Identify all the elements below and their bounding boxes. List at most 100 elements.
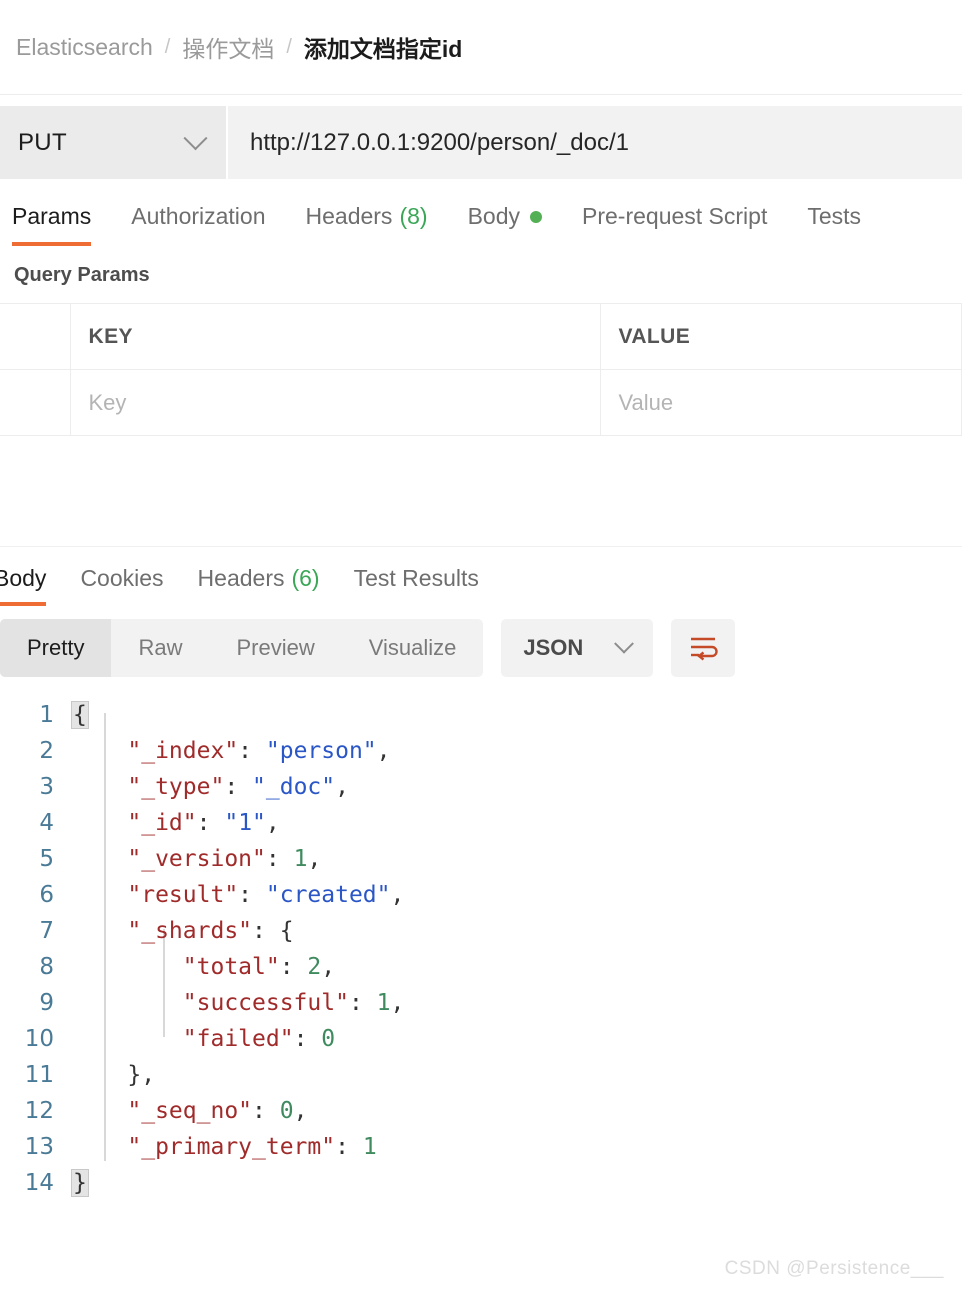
word-wrap-icon: [691, 637, 719, 661]
line-content: "_primary_term": 1: [127, 1134, 377, 1160]
tab-params[interactable]: Params: [12, 203, 92, 246]
query-params-title: Query Params: [14, 264, 150, 286]
response-tab-cookies[interactable]: Cookies: [80, 565, 163, 606]
breadcrumb-separator: /: [286, 35, 292, 58]
request-url-value: http://127.0.0.1:9200/person/_doc/1: [250, 128, 629, 156]
tab-params-label: Params: [12, 203, 92, 229]
format-button-preview-label: Preview: [236, 635, 315, 660]
param-key-placeholder: Key: [88, 389, 127, 415]
response-tab-headers[interactable]: Headers (6): [198, 565, 320, 606]
breadcrumb-item-elasticsearch[interactable]: Elasticsearch: [16, 34, 153, 61]
word-wrap-button[interactable]: [671, 619, 736, 677]
format-button-visualize[interactable]: Visualize: [342, 619, 484, 677]
request-tabs: Params Authorization Headers (8) Body Pr…: [0, 179, 962, 246]
tab-pre-request-script-label: Pre-request Script: [582, 203, 768, 229]
watermark: CSDN @Persistence___: [724, 1258, 944, 1279]
chevron-down-icon: [183, 126, 208, 151]
code-line: 5 "_version": 1,: [0, 841, 962, 877]
tab-tests-label: Tests: [807, 203, 862, 229]
code-line: 10 "failed": 0: [0, 1021, 962, 1057]
format-button-raw[interactable]: Raw: [111, 619, 209, 677]
tab-headers[interactable]: Headers (8): [306, 203, 428, 246]
tab-authorization[interactable]: Authorization: [131, 203, 265, 246]
line-number: 3: [39, 774, 54, 800]
line-content: {: [71, 697, 89, 733]
line-number: 1: [39, 702, 54, 728]
response-tab-body[interactable]: Body: [0, 565, 47, 606]
tab-headers-label: Headers: [305, 203, 393, 229]
breadcrumb-item-current: 添加文档指定id: [303, 36, 463, 62]
response-language-label: JSON: [523, 635, 584, 660]
query-params-table: KEY VALUE Key Value: [0, 303, 962, 436]
format-button-pretty-label: Pretty: [27, 635, 85, 660]
line-number: 11: [24, 1062, 54, 1088]
code-line: 3 "_type": "_doc",: [0, 769, 962, 805]
line-content: "_type": "_doc",: [127, 774, 349, 800]
response-tabs: Body Cookies Headers (6) Test Results: [0, 546, 962, 606]
response-language-select[interactable]: JSON: [501, 619, 654, 677]
http-method-select[interactable]: PUT: [0, 106, 228, 179]
code-line: 9 "successful": 1,: [0, 985, 962, 1021]
breadcrumb-item-folder[interactable]: 操作文档: [182, 30, 274, 64]
request-url-bar: PUT http://127.0.0.1:9200/person/_doc/1: [0, 106, 962, 179]
line-content: }: [71, 1165, 89, 1201]
line-content: "total": 2,: [182, 954, 336, 980]
body-filled-dot-icon: [530, 210, 542, 223]
breadcrumb: Elasticsearch / 操作文档 / 添加文档指定id: [0, 0, 962, 95]
tab-body[interactable]: Body: [468, 203, 542, 246]
line-number: 2: [39, 738, 54, 764]
line-number: 13: [24, 1134, 54, 1160]
select-all-checkbox-cell[interactable]: [0, 303, 71, 370]
param-value-input[interactable]: Value: [599, 369, 962, 436]
code-line: 14 }: [0, 1165, 962, 1201]
line-content: "_seq_no": 0,: [127, 1098, 308, 1124]
request-url-input[interactable]: http://127.0.0.1:9200/person/_doc/1: [228, 106, 962, 179]
format-button-raw-label: Raw: [138, 635, 183, 660]
line-content: "failed": 0: [182, 1026, 336, 1052]
column-header-value: VALUE: [618, 324, 691, 348]
table-header-row: KEY VALUE: [0, 303, 962, 370]
line-content: "successful": 1,: [182, 990, 405, 1016]
response-tab-cookies-label: Cookies: [80, 565, 164, 591]
tab-tests[interactable]: Tests: [807, 203, 861, 246]
line-number: 5: [39, 846, 54, 872]
code-line: 11 },: [0, 1057, 962, 1093]
line-content: "_version": 1,: [127, 846, 322, 872]
code-line: 6 "result": "created",: [0, 877, 962, 913]
line-content: "_id": "1",: [127, 810, 280, 836]
table-row: Key Value: [0, 369, 962, 436]
code-line: 12 "_seq_no": 0,: [0, 1093, 962, 1129]
line-content: "_shards": {: [127, 918, 294, 944]
line-number: 9: [39, 990, 54, 1016]
line-number: 7: [39, 918, 54, 944]
chevron-down-icon: [614, 633, 635, 654]
code-line: 7 "_shards": {: [0, 913, 962, 949]
code-line: 1 {: [0, 697, 962, 733]
code-line: 8 "total": 2,: [0, 949, 962, 985]
param-key-input[interactable]: Key: [69, 369, 601, 436]
line-number: 8: [39, 954, 54, 980]
format-button-pretty[interactable]: Pretty: [0, 619, 112, 677]
row-checkbox-cell[interactable]: [0, 369, 71, 436]
line-content: "_index": "person",: [127, 738, 391, 764]
response-body-code[interactable]: 1 { 2 "_index": "person", 3 "_type": "_d…: [0, 697, 962, 1201]
tab-pre-request-script[interactable]: Pre-request Script: [582, 203, 767, 246]
line-content: "result": "created",: [127, 882, 405, 908]
format-button-visualize-label: Visualize: [368, 635, 457, 660]
response-tab-test-results[interactable]: Test Results: [354, 565, 479, 606]
fold-marker[interactable]: }: [71, 1169, 89, 1197]
line-number: 14: [24, 1170, 54, 1196]
params-spacer: [0, 436, 962, 546]
format-button-preview[interactable]: Preview: [209, 619, 341, 677]
response-tab-body-label: Body: [0, 565, 47, 591]
line-number: 4: [39, 810, 54, 836]
param-value-placeholder: Value: [618, 389, 674, 415]
fold-marker[interactable]: {: [71, 701, 89, 729]
response-format-toolbar: Pretty Raw Preview Visualize JSON: [0, 606, 962, 677]
code-line: 13 "_primary_term": 1: [0, 1129, 962, 1165]
format-segment-group: Pretty Raw Preview Visualize: [0, 619, 484, 677]
tab-body-label: Body: [467, 203, 520, 229]
line-number: 12: [24, 1098, 54, 1124]
line-content: },: [72, 1062, 156, 1088]
code-line: 4 "_id": "1",: [0, 805, 962, 841]
